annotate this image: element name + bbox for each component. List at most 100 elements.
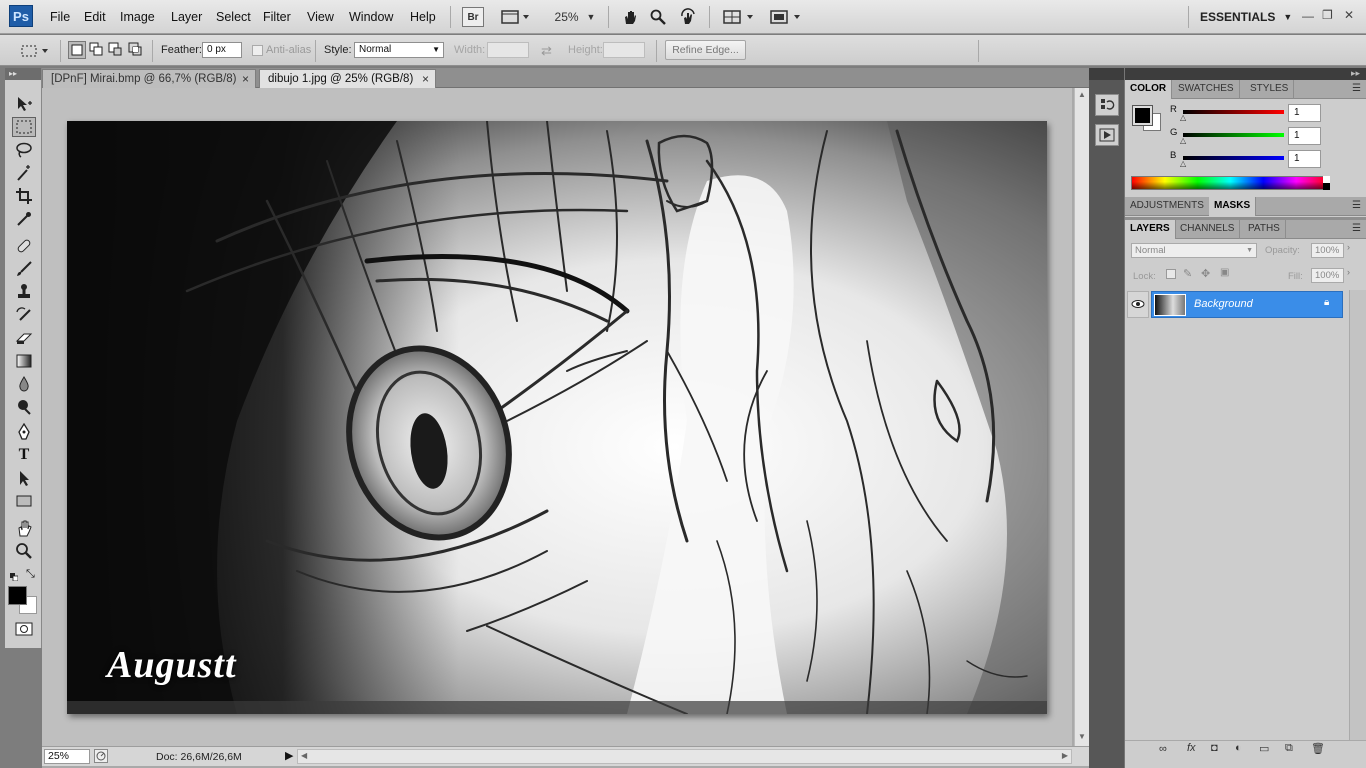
close-tab-icon[interactable]: × (422, 70, 429, 88)
eraser-tool[interactable] (12, 328, 36, 348)
canvas-pasteboard[interactable]: Augustt (42, 88, 1072, 746)
menu-select[interactable]: Select (216, 10, 251, 24)
lock-pixels-brush-icon[interactable]: ✎ (1183, 267, 1192, 280)
lock-position-move-icon[interactable]: ✥ (1201, 267, 1210, 280)
panel-menu-icon[interactable]: ☰ (1352, 223, 1361, 234)
document-tab-dibujo[interactable]: dibujo 1.jpg @ 25% (RGB/8) × (259, 69, 436, 88)
lock-all-padlock-icon[interactable]: ▣ (1220, 267, 1229, 278)
width-input[interactable] (487, 42, 529, 58)
layer-style-fx-icon[interactable]: fx (1187, 742, 1196, 754)
layer-row-background[interactable]: Background 🔒︎ (1151, 291, 1343, 318)
green-channel-input[interactable]: 1 (1288, 127, 1321, 145)
red-channel-slider[interactable] (1183, 110, 1284, 114)
default-colors-button[interactable] (10, 570, 19, 582)
slider-thumb-icon[interactable]: △ (1180, 113, 1186, 122)
history-panel-button[interactable] (1095, 94, 1119, 116)
panel-menu-icon[interactable]: ☰ (1352, 83, 1361, 94)
refine-edge-button[interactable]: Refine Edge... (665, 40, 746, 60)
shape-tool[interactable] (12, 491, 36, 511)
eyedropper-tool[interactable] (12, 209, 36, 229)
zoom-tool-button[interactable] (647, 7, 669, 27)
scroll-up-arrow-icon[interactable]: ▲ (1078, 90, 1086, 99)
status-menu-arrow-icon[interactable]: ▶ (285, 749, 293, 762)
arrange-documents-button[interactable] (721, 7, 757, 27)
tool-preset-picker[interactable] (18, 41, 52, 61)
horizontal-scrollbar[interactable]: ◀ ▶ (297, 749, 1072, 764)
hand-tool[interactable] (12, 518, 36, 538)
actions-panel-button[interactable] (1095, 124, 1119, 146)
screen-mode-button[interactable] (768, 7, 804, 27)
blue-channel-input[interactable]: 1 (1288, 150, 1321, 168)
strip-grip[interactable] (1089, 68, 1124, 80)
blue-channel-slider[interactable] (1183, 156, 1284, 160)
clone-stamp-tool[interactable] (12, 282, 36, 302)
vertical-scrollbar[interactable]: ▲ ▼ (1074, 88, 1089, 746)
brush-tool[interactable] (12, 259, 36, 279)
menu-filter[interactable]: Filter (263, 10, 291, 24)
new-layer-icon[interactable]: ⧉ (1285, 742, 1293, 755)
height-input[interactable] (603, 42, 645, 58)
tab-color[interactable]: COLOR (1125, 80, 1173, 99)
menu-image[interactable]: Image (120, 10, 155, 24)
tab-styles[interactable]: STYLES (1245, 80, 1295, 99)
move-tool[interactable] (12, 94, 36, 114)
swap-colors-icon[interactable]: ⤡ (26, 568, 35, 581)
green-channel-slider[interactable] (1183, 133, 1284, 137)
hand-tool-button[interactable] (619, 7, 641, 27)
menu-window[interactable]: Window (349, 10, 393, 24)
document-tab-mirai[interactable]: [DPnF] Mirai.bmp @ 66,7% (RGB/8) × (42, 69, 256, 88)
slider-thumb-icon[interactable]: △ (1180, 159, 1186, 168)
quick-mask-button[interactable] (12, 619, 36, 639)
new-selection-button[interactable] (68, 41, 86, 59)
status-info-button[interactable] (94, 749, 108, 763)
new-group-folder-icon[interactable]: ▭ (1259, 742, 1269, 755)
menu-edit[interactable]: Edit (84, 10, 106, 24)
panel-menu-icon[interactable]: ☰ (1352, 200, 1361, 211)
anti-alias-checkbox[interactable] (252, 45, 263, 56)
type-tool[interactable]: T (12, 445, 36, 465)
dodge-tool[interactable] (12, 397, 36, 417)
menu-help[interactable]: Help (410, 10, 436, 24)
gradient-tool[interactable] (12, 351, 36, 371)
adjustment-layer-icon[interactable]: ◐ (1235, 742, 1242, 754)
tab-layers[interactable]: LAYERS (1125, 220, 1176, 239)
tab-adjustments[interactable]: ADJUSTMENTS (1125, 197, 1210, 216)
tab-masks[interactable]: MASKS (1209, 197, 1257, 216)
add-to-selection-button[interactable] (88, 41, 105, 59)
panel-dock-grip[interactable] (1125, 68, 1366, 80)
toolbox-grip[interactable]: ▸▸ (5, 68, 41, 80)
intersect-selection-button[interactable] (127, 41, 144, 59)
path-selection-tool[interactable] (12, 468, 36, 488)
pen-tool[interactable] (12, 422, 36, 442)
swap-dimensions-icon[interactable]: ⇄ (541, 43, 552, 59)
tab-paths[interactable]: PATHS (1243, 220, 1286, 239)
scroll-right-arrow-icon[interactable]: ▶ (1062, 751, 1068, 760)
delete-layer-trash-icon[interactable]: 🗑︎ (1311, 742, 1325, 755)
crop-tool[interactable] (12, 186, 36, 206)
lock-transparent-button[interactable] (1166, 269, 1176, 279)
opacity-input[interactable]: 100% (1311, 243, 1344, 258)
subtract-from-selection-button[interactable] (107, 41, 124, 59)
close-tab-icon[interactable]: × (242, 70, 249, 88)
status-zoom-input[interactable]: 25% (44, 749, 90, 764)
collapse-panels-icon[interactable]: ▸▸ (1351, 68, 1360, 79)
black-white-swatch[interactable] (1323, 176, 1330, 190)
layer-visibility-toggle[interactable] (1127, 291, 1149, 318)
restore-button[interactable]: ❐ (1322, 8, 1333, 22)
menu-file[interactable]: File (50, 10, 70, 24)
fill-input[interactable]: 100% (1311, 268, 1344, 283)
fill-slider-arrow-icon[interactable]: › (1347, 267, 1350, 277)
blur-tool[interactable] (12, 374, 36, 394)
bridge-button[interactable]: Br (462, 7, 484, 27)
scroll-down-arrow-icon[interactable]: ▼ (1078, 732, 1086, 741)
foreground-color-swatch[interactable] (8, 586, 27, 605)
layers-scrollbar[interactable] (1349, 290, 1366, 740)
red-channel-input[interactable]: 1 (1288, 104, 1321, 122)
rotate-view-button[interactable] (677, 7, 699, 27)
lasso-tool[interactable] (12, 140, 36, 160)
blend-mode-select[interactable]: Normal ▼ (1131, 243, 1257, 258)
close-button[interactable]: ✕ (1344, 8, 1354, 22)
history-brush-tool[interactable] (12, 305, 36, 325)
opacity-slider-arrow-icon[interactable]: › (1347, 242, 1350, 252)
slider-thumb-icon[interactable]: △ (1180, 136, 1186, 145)
